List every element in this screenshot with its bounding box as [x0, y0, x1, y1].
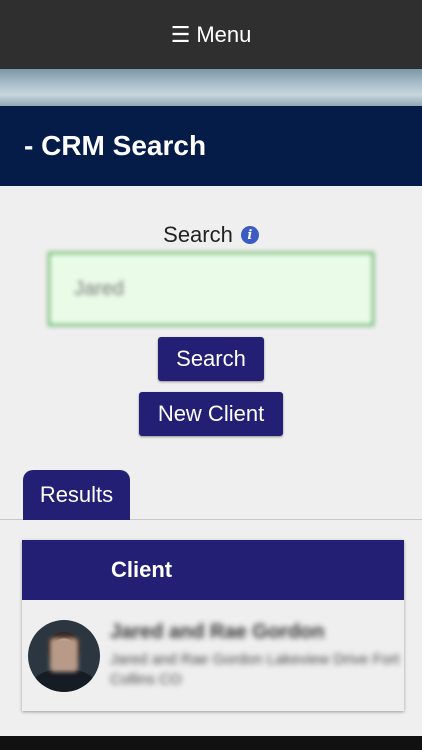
table-row[interactable]: Jared and Rae Gordon Jared and Rae Gordo…	[22, 600, 404, 711]
bottom-bar	[0, 736, 422, 750]
header-banner-image	[0, 69, 422, 106]
results-tab-bar: Results	[0, 469, 422, 520]
search-form: Search i Search New Client	[0, 186, 422, 436]
table-header: Client	[22, 540, 404, 600]
top-menu-bar[interactable]: ☰ Menu	[0, 0, 422, 69]
search-label-row: Search i	[163, 222, 259, 248]
menu-label: Menu	[196, 21, 252, 47]
client-detail: Jared and Rae Gordon Lakeview Drive Fort…	[110, 650, 400, 688]
search-input[interactable]	[48, 252, 374, 326]
new-client-button[interactable]: New Client	[139, 392, 283, 436]
results-table: Client Jared and Rae Gordon Jared and Ra…	[22, 540, 404, 711]
page-title: - CRM Search	[24, 130, 207, 161]
client-info: Jared and Rae Gordon Jared and Rae Gordo…	[110, 621, 404, 691]
hamburger-icon: ☰	[170, 21, 191, 47]
search-button[interactable]: Search	[158, 337, 264, 381]
search-label: Search	[163, 222, 233, 247]
avatar	[28, 619, 100, 692]
info-icon[interactable]: i	[240, 226, 259, 244]
page-title-bar: - CRM Search	[0, 106, 422, 186]
client-name: Jared and Rae Gordon	[110, 620, 325, 643]
tab-results[interactable]: Results	[23, 470, 130, 520]
column-header-client: Client	[111, 557, 173, 582]
